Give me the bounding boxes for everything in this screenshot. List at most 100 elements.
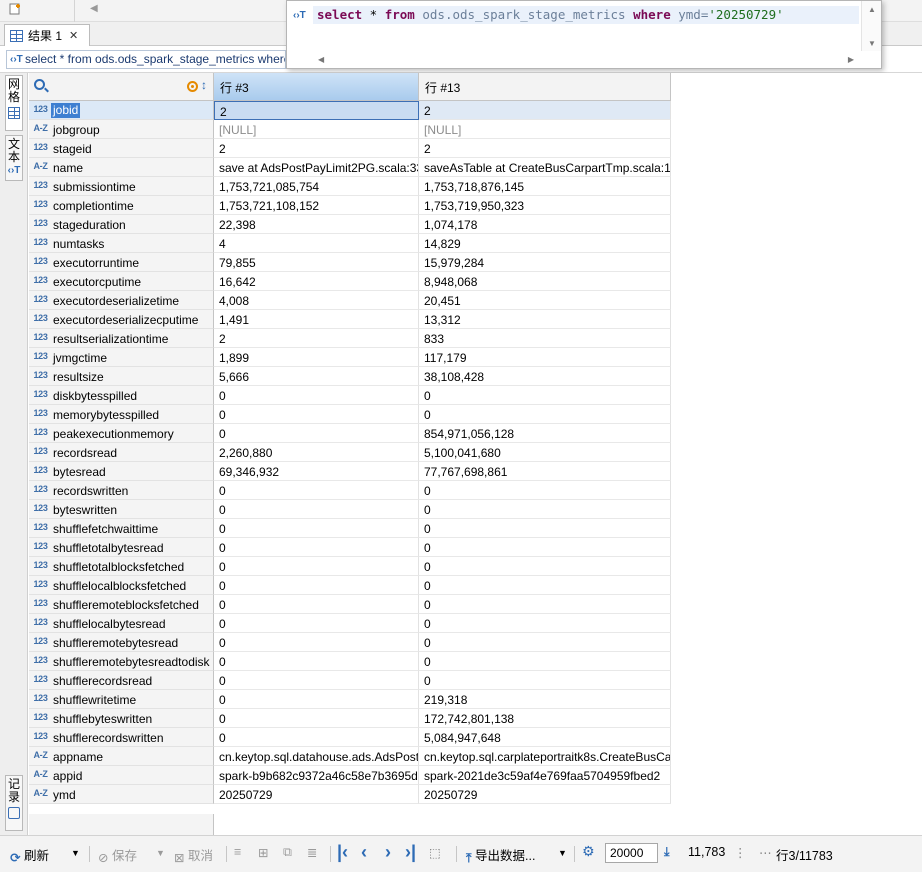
grid-cell[interactable]: spark-b9b682c9372a46c58e7b3695d56: [214, 766, 419, 785]
search-icon[interactable]: [34, 79, 45, 90]
grid-cell[interactable]: 20250729: [214, 785, 419, 804]
grid-cell[interactable]: 20,451: [419, 291, 671, 310]
table-row[interactable]: 123 shufflelocalblocksfetched 0 0: [29, 576, 671, 595]
row-header[interactable]: 123 resultserializationtime: [29, 329, 214, 348]
row-header[interactable]: A-Z ymd: [29, 785, 214, 804]
row-header[interactable]: A-Z appid: [29, 766, 214, 785]
refresh-dropdown-icon[interactable]: ▼: [71, 848, 80, 858]
row-header[interactable]: 123 diskbytesspilled: [29, 386, 214, 405]
row-header[interactable]: 123 shuffleremoteblocksfetched: [29, 595, 214, 614]
previous-page-icon[interactable]: ‹: [361, 842, 367, 863]
table-row[interactable]: 123 recordswritten 0 0: [29, 481, 671, 500]
save-dropdown-icon[interactable]: ▼: [156, 848, 165, 858]
row-header[interactable]: 123 stageid: [29, 139, 214, 158]
last-page-icon[interactable]: ›|: [405, 842, 416, 863]
grid-cell[interactable]: 38,108,428: [419, 367, 671, 386]
row-header[interactable]: 123 shufflerecordswritten: [29, 728, 214, 747]
grid-cell[interactable]: 0: [214, 690, 419, 709]
scroll-down-icon[interactable]: ▼: [868, 39, 876, 48]
table-row[interactable]: A-Z appname cn.keytop.sql.datahouse.ads.Ad…: [29, 747, 671, 766]
collapse-left-icon[interactable]: ◀: [90, 3, 98, 14]
grid-cell[interactable]: 2: [214, 139, 419, 158]
row-header[interactable]: 123 executorcputime: [29, 272, 214, 291]
table-row[interactable]: 123 shufflewritetime 0 219,318: [29, 690, 671, 709]
grid-cell[interactable]: 0: [419, 633, 671, 652]
cancel-button[interactable]: ⊠ 取消: [174, 845, 213, 865]
table-row[interactable]: 123 shuffleremotebytesread 0 0: [29, 633, 671, 652]
grid-cell[interactable]: 0: [214, 652, 419, 671]
grid-cell[interactable]: 0: [419, 519, 671, 538]
filter-settings-icon[interactable]: [187, 81, 198, 92]
row-header[interactable]: 123 shuffletotalblocksfetched: [29, 557, 214, 576]
row-header[interactable]: 123 shuffleremotebytesread: [29, 633, 214, 652]
grid-cell[interactable]: 833: [419, 329, 671, 348]
grid-cell[interactable]: 854,971,056,128: [419, 424, 671, 443]
table-row[interactable]: 123 shuffleremoteblocksfetched 0 0: [29, 595, 671, 614]
row-header[interactable]: 123 shufflewritetime: [29, 690, 214, 709]
row-header[interactable]: A-Z jobgroup: [29, 120, 214, 139]
tab-result-1[interactable]: 结果 1 ✕: [4, 24, 90, 46]
grid-cell[interactable]: 1,753,721,085,754: [214, 177, 419, 196]
grid-cell[interactable]: 1,753,719,950,323: [419, 196, 671, 215]
grid-cell[interactable]: 1,753,721,108,152: [214, 196, 419, 215]
grid-cell[interactable]: 219,318: [419, 690, 671, 709]
grid-cell[interactable]: 16,642: [214, 272, 419, 291]
row-header[interactable]: 123 recordswritten: [29, 481, 214, 500]
row-header[interactable]: 123 shufflelocalblocksfetched: [29, 576, 214, 595]
column-header-row-13[interactable]: 行 #13: [419, 73, 671, 101]
grid-cell[interactable]: 79,855: [214, 253, 419, 272]
save-button[interactable]: ⊘ 保存: [98, 845, 137, 865]
grid-cell[interactable]: 8,948,068: [419, 272, 671, 291]
table-row[interactable]: 123 resultsize 5,666 38,108,428: [29, 367, 671, 386]
table-row[interactable]: 123 shufflerecordswritten 0 5,084,947,648: [29, 728, 671, 747]
edit-row-icon[interactable]: ≡: [234, 845, 241, 859]
grid-cell[interactable]: 15,979,284: [419, 253, 671, 272]
grid-cell[interactable]: 0: [214, 595, 419, 614]
grid-cell[interactable]: 0: [419, 671, 671, 690]
grid-cell[interactable]: cn.keytop.sql.carplateportraitk8s.Create…: [419, 747, 671, 766]
table-row[interactable]: A-Z name save at AdsPostPayLimit2PG.scala:…: [29, 158, 671, 177]
grid-cell[interactable]: 0: [214, 633, 419, 652]
grid-cell[interactable]: 0: [419, 652, 671, 671]
grid-cell[interactable]: 0: [214, 519, 419, 538]
export-dropdown-icon[interactable]: ▼: [558, 848, 567, 858]
popup-horizontal-scrollbar[interactable]: ◀ ▶: [313, 53, 859, 68]
grid-cell[interactable]: 5,666: [214, 367, 419, 386]
grid-cell[interactable]: cn.keytop.sql.datahouse.ads.AdsPostPayLi…: [214, 747, 419, 766]
grid-cell[interactable]: [NULL]: [419, 120, 671, 139]
table-row[interactable]: 123 memorybytesspilled 0 0: [29, 405, 671, 424]
next-page-icon[interactable]: ›: [385, 842, 391, 863]
fetch-all-icon[interactable]: ⤓: [664, 845, 670, 860]
close-icon[interactable]: ✕: [69, 29, 78, 42]
row-header[interactable]: 123 shufflefetchwaittime: [29, 519, 214, 538]
grid-cell[interactable]: save at AdsPostPayLimit2PG.scala:33: [214, 158, 419, 177]
fetch-settings-gear-icon[interactable]: ⚙: [582, 843, 595, 860]
sql-editor-line[interactable]: select * from ods.ods_spark_stage_metric…: [313, 6, 859, 24]
popup-vertical-scrollbar[interactable]: ▲ ▼: [861, 1, 881, 51]
table-row[interactable]: 123 shuffletotalbytesread 0 0: [29, 538, 671, 557]
grid-cell[interactable]: 0: [214, 481, 419, 500]
grid-cell[interactable]: 20250729: [419, 785, 671, 804]
table-row[interactable]: 123 recordsread 2,260,880 5,100,041,680: [29, 443, 671, 462]
sort-icon[interactable]: ↕: [201, 78, 207, 92]
row-header[interactable]: 123 executordeserializetime: [29, 291, 214, 310]
table-row[interactable]: A-Z appid spark-b9b682c9372a46c58e7b3695d5…: [29, 766, 671, 785]
grid-cell[interactable]: 172,742,801,138: [419, 709, 671, 728]
table-row[interactable]: 123 peakexecutionmemory 0 854,971,056,128: [29, 424, 671, 443]
grid-cell[interactable]: 117,179: [419, 348, 671, 367]
row-header[interactable]: 123 jvmgctime: [29, 348, 214, 367]
grid-cell[interactable]: 14,829: [419, 234, 671, 253]
add-script-icon[interactable]: [9, 2, 23, 16]
row-header[interactable]: A-Z appname: [29, 747, 214, 766]
row-header[interactable]: 123 completiontime: [29, 196, 214, 215]
grid-cell[interactable]: saveAsTable at CreateBusCarpartTmp.scala…: [419, 158, 671, 177]
export-data-button[interactable]: ⤒ 导出数据...: [466, 845, 535, 866]
row-header[interactable]: 123 peakexecutionmemory: [29, 424, 214, 443]
scroll-up-icon[interactable]: ▲: [868, 5, 876, 14]
row-header[interactable]: A-Z name: [29, 158, 214, 177]
table-row[interactable]: 123 executordeserializetime 4,008 20,451: [29, 291, 671, 310]
table-row[interactable]: 123 numtasks 4 14,829: [29, 234, 671, 253]
grid-cell[interactable]: 4: [214, 234, 419, 253]
column-header-row-3[interactable]: 行 #3: [214, 73, 419, 101]
row-header[interactable]: 123 byteswritten: [29, 500, 214, 519]
